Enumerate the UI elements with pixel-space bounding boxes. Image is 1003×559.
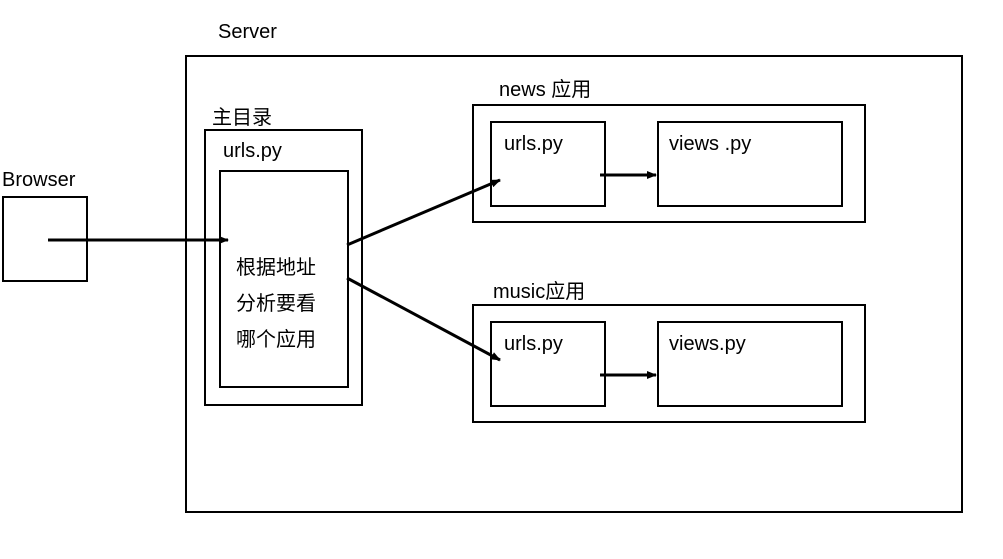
main-urls-label: urls.py: [223, 140, 282, 163]
routing-line2: 分析要看: [236, 286, 346, 322]
news-urls-label: urls.py: [504, 133, 563, 156]
routing-text: 根据地址 分析要看 哪个应用: [236, 250, 346, 358]
main-dir-label: 主目录: [212, 101, 272, 130]
browser-label: Browser: [2, 169, 75, 192]
browser-box: [2, 196, 88, 282]
music-urls-label: urls.py: [504, 333, 563, 356]
server-label: Server: [218, 21, 277, 44]
music-app-label: music应用: [493, 275, 585, 304]
music-views-label: views.py: [669, 333, 746, 356]
news-views-label: views .py: [669, 133, 751, 156]
routing-line3: 哪个应用: [236, 322, 346, 358]
routing-line1: 根据地址: [236, 250, 346, 286]
news-app-label: news 应用: [499, 73, 591, 102]
